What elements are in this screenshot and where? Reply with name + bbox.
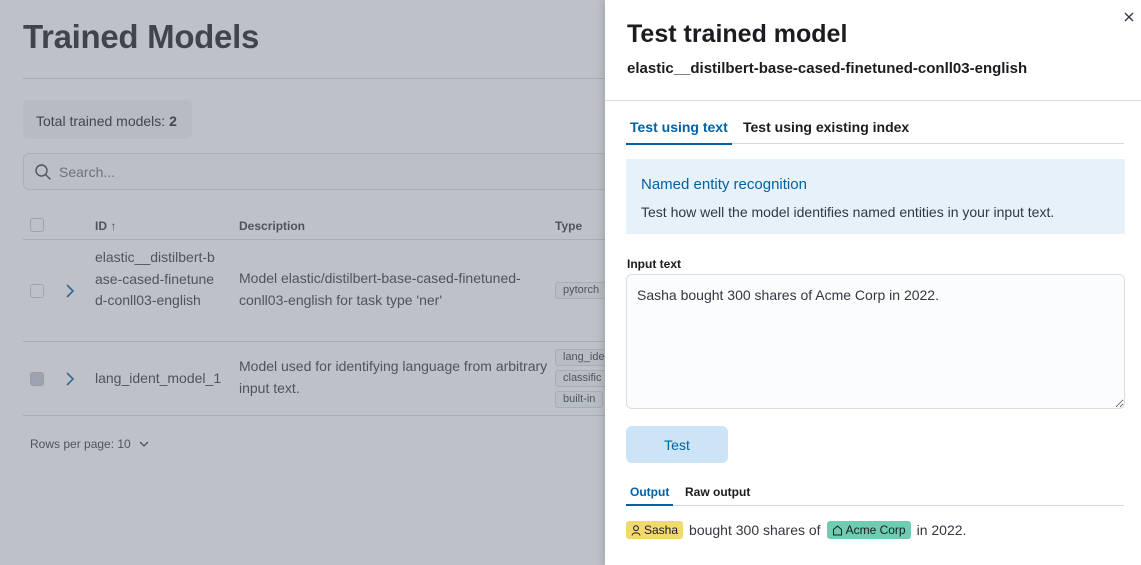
info-callout: Named entity recognition Test how well t…	[626, 159, 1125, 234]
entity-person: Sasha	[626, 521, 684, 539]
callout-text: Test how well the model identifies named…	[641, 204, 1055, 220]
close-icon[interactable]	[1122, 10, 1136, 24]
modal-overlay[interactable]	[0, 0, 605, 565]
flyout-title: Test trained model	[627, 20, 848, 48]
input-text-area[interactable]: Sasha bought 300 shares of Acme Corp in …	[626, 274, 1125, 409]
test-button[interactable]: Test	[626, 426, 728, 463]
flyout-subtitle: elastic__distilbert-base-cased-finetuned…	[627, 60, 1028, 77]
tab-output[interactable]: Output	[626, 485, 674, 506]
callout-title: Named entity recognition	[641, 176, 807, 193]
tab-test-using-existing-index[interactable]: Test using existing index	[739, 119, 913, 143]
entity-organization: Acme Corp	[826, 521, 911, 539]
output-text: bought 300 shares of	[689, 522, 821, 538]
input-text-label: Input text	[627, 257, 681, 271]
person-icon	[631, 524, 641, 536]
test-model-flyout: Test trained model elastic__distilbert-b…	[605, 0, 1141, 565]
tab-test-using-text[interactable]: Test using text	[626, 119, 732, 145]
ner-output: Sasha bought 300 shares of Acme Corp in …	[626, 521, 966, 539]
divider	[605, 100, 1141, 101]
test-tabs: Test using text Test using existing inde…	[626, 113, 1124, 145]
output-tabs: Output Raw output	[626, 480, 1124, 506]
building-icon	[832, 524, 842, 535]
output-text: in 2022.	[916, 522, 967, 538]
tab-raw-output[interactable]: Raw output	[681, 485, 754, 504]
